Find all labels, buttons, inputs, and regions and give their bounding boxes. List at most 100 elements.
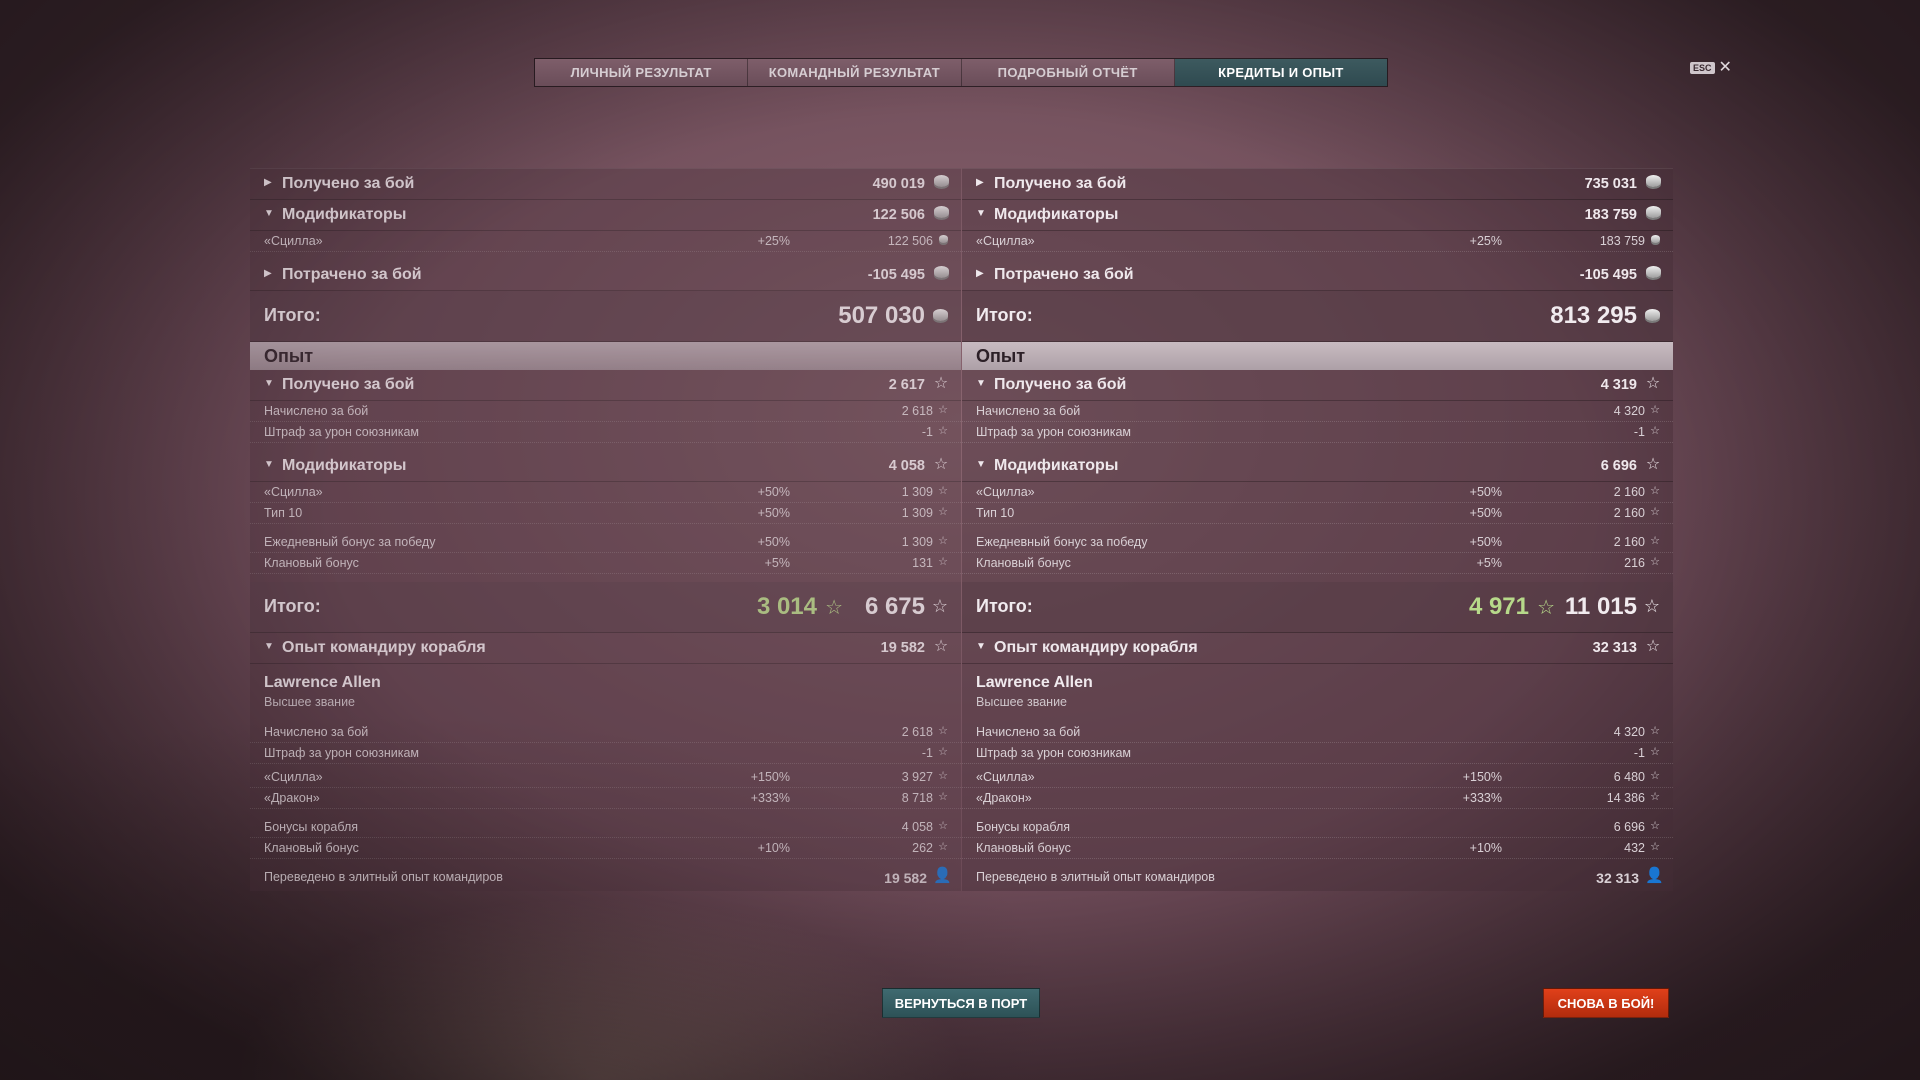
free-xp-value: 3 014 <box>756 593 817 620</box>
tab-team-result[interactable]: КОМАНДНЫЙ РЕЗУЛЬТАТ <box>748 59 962 86</box>
star-icon: ☆ <box>938 404 948 416</box>
collapse-arrow-icon: ▼ <box>264 208 274 219</box>
xp-earned-row[interactable]: ▼ Получено за бой 2 617 ☆ <box>250 370 961 401</box>
star-icon: ☆ <box>938 506 948 518</box>
row-percent: +333% <box>1462 791 1502 805</box>
row-label: Тип 10 <box>976 506 1015 520</box>
commander-name: Lawrence Allen <box>264 674 381 691</box>
commander-xp-row[interactable]: ▼ Опыт командиру корабля 32 313 ☆ <box>962 633 1673 664</box>
credits-earned-row[interactable]: ▶ Получено за бой 735 031 <box>962 169 1673 200</box>
row-percent: +333% <box>750 791 790 805</box>
expand-arrow-icon: ▶ <box>264 177 272 188</box>
row-value: 32 313 <box>1596 870 1639 886</box>
row-value: 6 696 <box>1613 820 1645 834</box>
star-icon: ☆ <box>938 820 948 832</box>
row-value: -1 <box>1633 746 1645 760</box>
row-percent: +5% <box>1476 556 1502 570</box>
total-value: 6 675 <box>864 593 925 620</box>
xp-accrued-row: Начислено за бой 2 618 ☆ <box>250 401 961 422</box>
xp-type10-row: Тип 10 +50% 1 309 ☆ <box>250 503 961 524</box>
row-label: «Сцилла» <box>264 485 323 499</box>
total-value: 507 030 <box>838 302 925 329</box>
free-xp-star-icon: ☆ <box>825 597 843 619</box>
row-value: 6 480 <box>1613 770 1645 784</box>
total-label: Итого: <box>264 596 321 616</box>
close-button[interactable]: ESC ✕ <box>1690 60 1732 76</box>
expand-arrow-icon: ▶ <box>976 268 984 279</box>
collapse-arrow-icon: ▼ <box>264 378 274 389</box>
section-title: Опыт <box>976 346 1026 366</box>
row-value: 3 927 <box>901 770 933 784</box>
row-label: Штраф за урон союзникам <box>264 746 420 760</box>
credits-coin-icon <box>933 266 949 282</box>
cmd-accrued-row: Начислено за бой 4 320 ☆ <box>962 722 1673 743</box>
row-label: Опыт командиру корабля <box>994 639 1198 656</box>
credits-value: 183 759 <box>1584 207 1637 223</box>
cmd-dragon-row: «Дракон» +333% 14 386 ☆ <box>962 788 1673 809</box>
xp-scylla-row: «Сцилла» +50% 1 309 ☆ <box>250 482 961 503</box>
credits-coin-icon <box>933 175 949 191</box>
credits-coin-icon <box>931 306 949 324</box>
return-to-port-button[interactable]: ВЕРНУТЬСЯ В ПОРТ <box>882 988 1040 1018</box>
star-icon: ☆ <box>1650 506 1660 518</box>
row-value: 2 160 <box>1613 535 1645 549</box>
row-value: 216 <box>1624 556 1645 570</box>
xp-total: Итого: 4 971 ☆ 11 015 ☆ <box>962 582 1673 633</box>
credits-earned-row[interactable]: ▶ Получено за бой 490 019 <box>250 169 961 200</box>
xp-value: 4 058 <box>888 458 925 474</box>
star-icon: ☆ <box>1645 638 1661 655</box>
credits-modifiers-row[interactable]: ▼ Модификаторы 122 506 <box>250 200 961 231</box>
row-percent: +50% <box>1469 485 1502 499</box>
collapse-arrow-icon: ▼ <box>264 641 274 652</box>
row-value: 262 <box>912 841 933 855</box>
row-label: Штраф за урон союзникам <box>976 746 1132 760</box>
star-icon: ☆ <box>931 596 949 616</box>
star-icon: ☆ <box>938 791 948 803</box>
tab-credits-and-xp[interactable]: КРЕДИТЫ И ОПЫТ <box>1174 59 1387 86</box>
xp-earned-row[interactable]: ▼ Получено за бой 4 319 ☆ <box>962 370 1673 401</box>
commander-xp-row[interactable]: ▼ Опыт командиру корабля 19 582 ☆ <box>250 633 961 664</box>
xp-accrued-row: Начислено за бой 4 320 ☆ <box>962 401 1673 422</box>
xp-clan-bonus-row: Клановый бонус +5% 131 ☆ <box>250 553 961 574</box>
xp-section-header: Опыт <box>250 342 961 370</box>
star-icon: ☆ <box>1650 820 1660 832</box>
row-label: Начислено за бой <box>976 404 1081 418</box>
collapse-arrow-icon: ▼ <box>976 378 986 389</box>
xp-value: 32 313 <box>1592 640 1637 656</box>
credits-modifiers-row[interactable]: ▼ Модификаторы 183 759 <box>962 200 1673 231</box>
credits-coin-icon <box>1649 234 1661 246</box>
cmd-ship-bonus-row: Бонусы корабля 4 058 ☆ <box>250 817 961 838</box>
tab-detailed-report[interactable]: ПОДРОБНЫЙ ОТЧЁТ <box>961 59 1175 86</box>
row-label: «Сцилла» <box>976 485 1035 499</box>
tab-personal-result[interactable]: ЛИЧНЫЙ РЕЗУЛЬТАТ <box>535 59 749 86</box>
expand-arrow-icon: ▶ <box>976 177 984 188</box>
cmd-penalty-row: Штраф за урон союзникам -1 ☆ <box>250 743 961 764</box>
star-icon: ☆ <box>938 485 948 497</box>
row-label: Клановый бонус <box>976 841 1071 855</box>
star-icon: ☆ <box>933 456 949 473</box>
credits-spent-row[interactable]: ▶ Потрачено за бой -105 495 <box>962 260 1673 291</box>
credits-spent-row[interactable]: ▶ Потрачено за бой -105 495 <box>250 260 961 291</box>
result-tabs: ЛИЧНЫЙ РЕЗУЛЬТАТ КОМАНДНЫЙ РЕЗУЛЬТАТ ПОД… <box>534 58 1388 87</box>
row-percent: +150% <box>1462 770 1502 784</box>
row-label: Потрачено за бой <box>994 266 1134 283</box>
scylla-credits-row: «Сцилла» +25% 122 506 <box>250 231 961 252</box>
row-value: 122 506 <box>887 234 933 248</box>
xp-modifiers-row[interactable]: ▼ Модификаторы 4 058 ☆ <box>250 451 961 482</box>
row-label: «Сцилла» <box>976 234 1035 248</box>
row-value: 432 <box>1624 841 1645 855</box>
battle-again-button[interactable]: СНОВА В БОЙ! <box>1543 988 1669 1018</box>
commander-rank: Высшее звание <box>264 695 355 709</box>
row-percent: +10% <box>1469 841 1502 855</box>
credits-total: Итого: 507 030 <box>250 291 961 342</box>
row-label: Ежедневный бонус за победу <box>264 535 436 549</box>
star-icon: ☆ <box>938 770 948 782</box>
row-percent: +50% <box>1469 506 1502 520</box>
free-xp-value: 4 971 <box>1468 593 1529 620</box>
credits-coin-icon <box>1643 306 1661 324</box>
row-label: Модификаторы <box>994 457 1119 474</box>
star-icon: ☆ <box>1650 725 1660 737</box>
xp-penalty-row: Штраф за урон союзникам -1 ☆ <box>962 422 1673 443</box>
credits-value: 122 506 <box>872 207 925 223</box>
xp-modifiers-row[interactable]: ▼ Модификаторы 6 696 ☆ <box>962 451 1673 482</box>
